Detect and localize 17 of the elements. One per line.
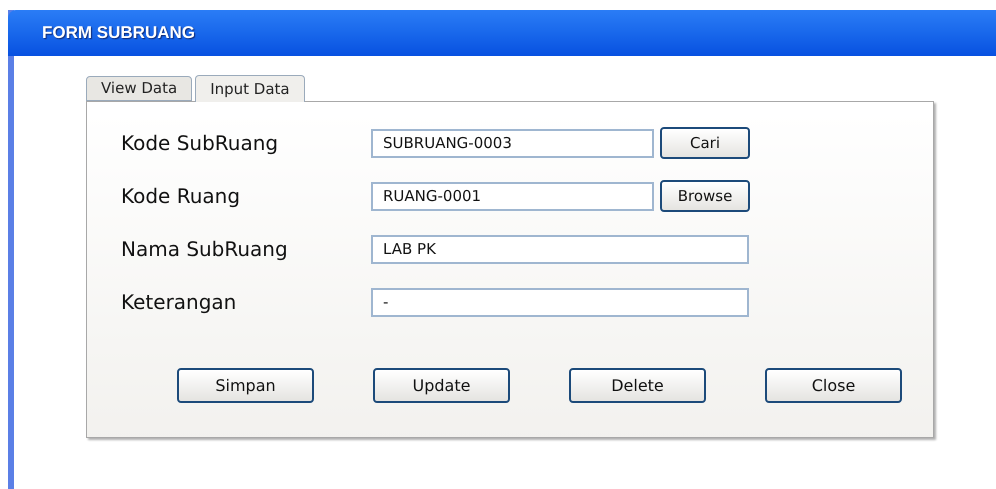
input-field[interactable]: RUANG-0001 [371, 182, 654, 210]
input-field[interactable]: LAB PK [371, 234, 749, 264]
field-label: Nama SubRuang [121, 236, 289, 263]
window-title: FORM SUBRUANG [42, 22, 195, 44]
action-button[interactable]: Delete [569, 368, 706, 403]
field-label: Kode SubRuang [121, 130, 280, 157]
action-button[interactable]: Simpan [177, 368, 314, 403]
input-field[interactable]: SUBRUANG-0003 [371, 128, 654, 158]
input-field[interactable]: - [371, 288, 749, 316]
field-label: Kode Ruang [121, 183, 242, 210]
action-button[interactable]: Update [373, 368, 510, 403]
field-button[interactable]: Browse [660, 180, 750, 212]
field-button[interactable]: Cari [660, 127, 750, 159]
action-button[interactable]: Close [765, 368, 902, 403]
tab[interactable]: View Data [86, 76, 192, 101]
field-label: Keterangan [121, 289, 238, 316]
tab[interactable]: Input Data [195, 75, 305, 102]
